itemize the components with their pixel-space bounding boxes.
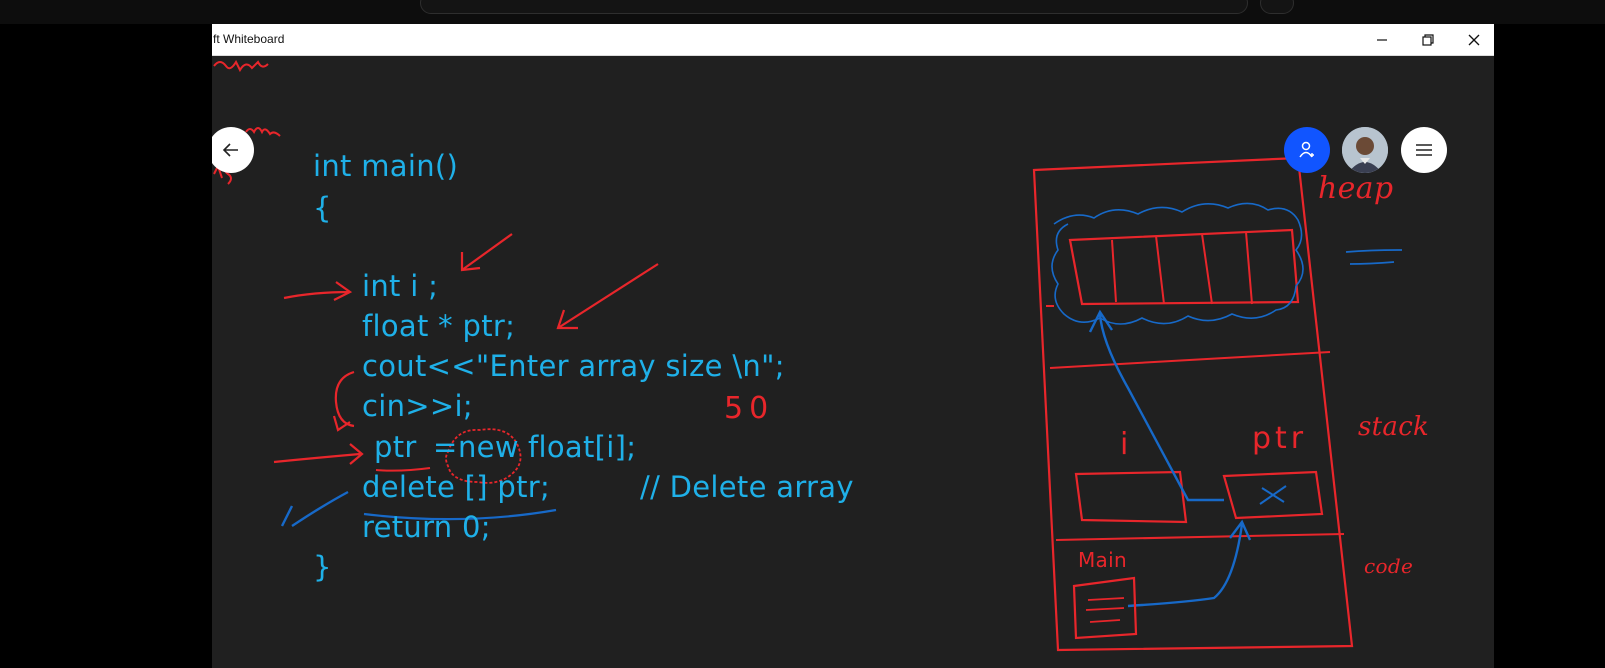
code-line-float-array: float[i]; (528, 430, 637, 464)
stack-code-divider (1055, 533, 1345, 541)
code-line-return: return 0; (362, 510, 491, 544)
input-value-annotation: 50 (724, 391, 775, 426)
heap-highlight (1051, 202, 1304, 325)
arrow-main-to-ptr (1127, 519, 1252, 608)
stack-var-i-box (1074, 470, 1188, 524)
heap-label: heap (1318, 171, 1394, 206)
window-title: ft Whiteboard (213, 32, 285, 46)
blue-check-mark (280, 490, 349, 527)
code-line-delete: delete [] ptr; (362, 470, 551, 504)
code-line-float-ptr: float * ptr; (362, 309, 516, 343)
heap-array (1068, 228, 1300, 306)
menu-button[interactable] (1401, 127, 1447, 173)
avatar[interactable] (1342, 127, 1388, 173)
close-icon (1468, 34, 1480, 45)
code-line-cin: cin>>i; (362, 389, 473, 423)
browser-top-strip (0, 0, 1605, 24)
code-area-label: code (1364, 554, 1414, 578)
minimize-button[interactable] (1359, 24, 1405, 55)
title-bar: ft Whiteboard (212, 24, 1494, 56)
code-line-int-i: int i ; (362, 269, 439, 303)
code-line-assign: = (433, 430, 458, 464)
arrow-down-left-1 (460, 233, 513, 272)
user-avatar-icon (1342, 127, 1388, 173)
code-line-close-brace: } (313, 550, 332, 584)
curved-arrow-cout-cin (332, 370, 355, 432)
heap-stack-divider (1049, 351, 1331, 369)
hamburger-menu-icon (1416, 144, 1432, 156)
code-comment-delete: // Delete array (640, 470, 854, 504)
code-line-new: new (458, 430, 519, 464)
margin-scribble-1 (213, 59, 269, 73)
main-function-box (1072, 576, 1138, 640)
ptr-x-mark (1259, 485, 1287, 505)
restore-icon (1422, 33, 1434, 46)
main-box-lines (1085, 597, 1125, 623)
var-i-label: i (1120, 427, 1129, 462)
margin-scribble-2 (245, 127, 281, 137)
add-person-icon (1299, 141, 1314, 158)
whiteboard-canvas[interactable]: int main() { int i ; float * ptr; cout<<… (212, 56, 1494, 668)
minimize-icon (1377, 38, 1387, 41)
heap-side-dashes (1345, 249, 1403, 265)
address-bar[interactable] (420, 0, 1248, 14)
code-line-main: int main() (313, 149, 459, 183)
main-label: Main (1078, 548, 1127, 572)
stack-label: stack (1358, 412, 1430, 442)
memory-outline (1032, 156, 1354, 652)
var-ptr-label: ptr (1252, 421, 1308, 456)
arrow-to-float-ptr (556, 263, 659, 330)
arrow-left-icon (222, 143, 238, 157)
arrow-to-int-i (283, 281, 353, 301)
arrow-to-ptr-new (273, 443, 364, 465)
whiteboard-window: ft Whiteboard int main() {int i ; float… (212, 24, 1494, 668)
close-button[interactable] (1451, 24, 1494, 55)
invite-button[interactable] (1284, 127, 1330, 173)
code-line-ptr: ptr (374, 430, 417, 464)
heap-array-cells (1111, 231, 1253, 305)
code-line-cout: cout<<"Enter array size \n"; (362, 349, 785, 383)
browser-action-button[interactable] (1260, 0, 1294, 14)
restore-button[interactable] (1405, 24, 1451, 55)
code-line-open-brace: { (313, 191, 332, 225)
